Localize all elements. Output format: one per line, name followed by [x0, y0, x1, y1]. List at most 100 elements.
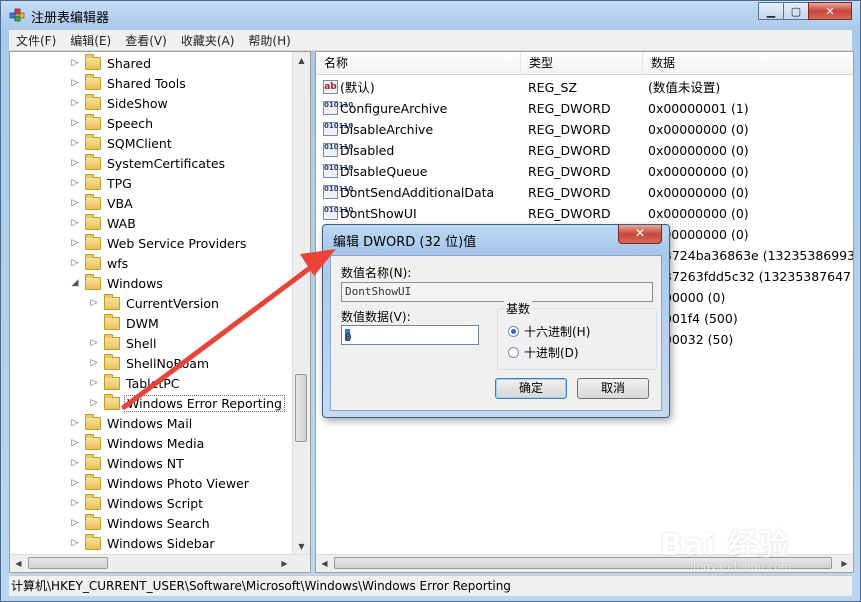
tree-hscroll-thumb[interactable] — [28, 557, 108, 569]
radio-hex[interactable]: 十六进制(H) — [508, 323, 590, 340]
expand-icon[interactable]: ▷ — [70, 418, 80, 428]
tree-item-label: wfs — [107, 255, 129, 271]
tree-item[interactable]: ▷ ShellNoRoam — [89, 353, 211, 373]
column-header-name[interactable]: 名称 — [316, 52, 521, 74]
expand-icon[interactable]: ▷ — [70, 158, 80, 168]
registry-tree[interactable]: ▲ ▼ ◀ ▶ ▷ Shared ▷ Shared Tools ▷ SideShow ▷ Sp… — [9, 51, 311, 573]
tree-item[interactable]: ▷ Speech — [70, 113, 155, 133]
menu-file[interactable]: 文件(F) — [9, 32, 63, 49]
menu-bar: 文件(F) 编辑(E) 查看(V) 收藏夹(A) 帮助(H) — [9, 30, 852, 51]
minimize-icon: ▁ — [766, 4, 776, 18]
expand-icon[interactable]: ▷ — [70, 78, 80, 88]
value-row[interactable]: 010110 DisableArchive REG_DWORD 0x00000000 … — [316, 119, 853, 140]
tree-item[interactable]: ▷ WAB — [70, 213, 138, 233]
minimize-button[interactable]: ▁ — [758, 2, 784, 20]
tree-item[interactable]: ▷ wfs — [70, 253, 130, 273]
expand-icon[interactable]: ▷ — [70, 58, 80, 68]
tree-item[interactable]: ▷ Shared Tools — [70, 73, 188, 93]
tree-item[interactable]: ◢ Windows — [70, 273, 165, 293]
scroll-left-icon[interactable]: ◀ — [316, 555, 333, 572]
tree-item-label: TPG — [107, 175, 132, 191]
tree-item-label: Shared Tools — [107, 75, 186, 91]
tree-item[interactable]: ▷ Shared — [70, 53, 153, 73]
expand-icon[interactable]: ▷ — [70, 218, 80, 228]
status-bar: 计算机\HKEY_CURRENT_USER\Software\Microsoft… — [9, 575, 852, 596]
value-row[interactable]: 010110 DontShowUI REG_DWORD 0x00000000 (0) — [316, 203, 853, 224]
value-data: d63724ba36863e (13235386993 — [648, 248, 854, 263]
expand-icon[interactable]: ▷ — [89, 298, 99, 308]
tree-item[interactable]: ▷ Windows Error Reporting — [89, 393, 285, 413]
expand-icon[interactable]: ▷ — [70, 178, 80, 188]
value-row[interactable]: ab (默认) REG_SZ (数值未设置) — [316, 77, 853, 98]
menu-help[interactable]: 帮助(H) — [241, 32, 297, 49]
expand-icon[interactable]: ▷ — [70, 238, 80, 248]
tree-item[interactable]: ▷ TabletPC — [89, 373, 182, 393]
column-header-data[interactable]: 数据 — [643, 52, 853, 74]
expand-icon[interactable]: ▷ — [70, 198, 80, 208]
tree-item[interactable]: ▷ Windows Script — [70, 493, 205, 513]
dialog-close-button[interactable]: ✕ — [618, 225, 662, 244]
tree-item[interactable]: ▷ SQMClient — [70, 133, 174, 153]
menu-edit[interactable]: 编辑(E) — [63, 32, 118, 49]
expand-icon[interactable]: ▷ — [70, 438, 80, 448]
expand-icon[interactable]: ▷ — [70, 498, 80, 508]
tree-vertical-scrollbar[interactable]: ▲ ▼ — [292, 52, 310, 555]
expand-icon[interactable]: ▷ — [89, 338, 99, 348]
menu-favorites[interactable]: 收藏夹(A) — [174, 32, 242, 49]
value-data: 0x00000000 (0) — [648, 143, 749, 158]
tree-item[interactable]: ▷ Shell — [89, 333, 159, 353]
ok-button[interactable]: 确定 — [495, 378, 567, 399]
expand-icon[interactable]: ▷ — [70, 518, 80, 528]
close-button[interactable]: ✕ — [808, 2, 852, 20]
scroll-right-icon[interactable]: ▶ — [276, 555, 293, 572]
scroll-up-icon[interactable]: ▲ — [293, 52, 310, 69]
folder-icon — [85, 253, 101, 270]
tree-item[interactable]: ▷ Windows Media — [70, 433, 206, 453]
tree-item[interactable]: ▷ Windows Photo Viewer — [70, 473, 251, 493]
tree-item[interactable]: ▷ CurrentVersion — [89, 293, 221, 313]
menu-view[interactable]: 查看(V) — [118, 32, 174, 49]
expand-icon[interactable]: ▷ — [89, 398, 99, 408]
tree-horizontal-scrollbar[interactable]: ◀ ▶ — [10, 554, 310, 572]
expand-icon[interactable]: ▷ — [70, 98, 80, 108]
radio-hex-indicator[interactable] — [508, 326, 519, 337]
expand-icon[interactable]: ▷ — [70, 538, 80, 548]
value-row[interactable]: 010110 ConfigureArchive REG_DWORD 0x0000000… — [316, 98, 853, 119]
tree-item[interactable]: ▷ Windows Mail — [70, 413, 194, 433]
cancel-button[interactable]: 取消 — [577, 378, 649, 399]
tree-item[interactable]: ▷ TPG — [70, 173, 134, 193]
radio-dec[interactable]: 十进制(D) — [508, 344, 579, 361]
folder-icon — [85, 473, 101, 490]
expand-icon[interactable]: ▷ — [70, 258, 80, 268]
tree-item[interactable]: ▷ Windows Sidebar — [70, 533, 217, 553]
tree-item[interactable]: DWM — [89, 313, 161, 333]
scroll-left-icon[interactable]: ◀ — [10, 555, 27, 572]
expand-icon[interactable]: ▷ — [70, 458, 80, 468]
radio-dec-indicator[interactable] — [508, 347, 519, 358]
expand-icon[interactable]: ▷ — [89, 358, 99, 368]
value-row[interactable]: 010110 DontSendAdditionalData REG_DWORD 0x0… — [316, 182, 853, 203]
value-row[interactable]: 010110 DisableQueue REG_DWORD 0x00000000 (0… — [316, 161, 853, 182]
tree-item[interactable]: ▷ Web Service Providers — [70, 233, 248, 253]
value-type: REG_DWORD — [528, 185, 611, 200]
value-row[interactable]: 010110 Disabled REG_DWORD 0x00000000 (0) — [316, 140, 853, 161]
collapse-icon[interactable]: ◢ — [70, 278, 80, 288]
tree-item[interactable]: ▷ SideShow — [70, 93, 170, 113]
maximize-button[interactable]: ▢ — [783, 2, 809, 20]
expand-icon[interactable]: ▷ — [70, 478, 80, 488]
column-header-type[interactable]: 类型 — [521, 52, 643, 74]
title-bar[interactable]: 注册表编辑器 ▁ ▢ ✕ — [1, 1, 860, 29]
tree-item[interactable]: ▷ Windows Search — [70, 513, 212, 533]
expand-icon[interactable]: ▷ — [89, 378, 99, 388]
tree-scroll-thumb[interactable] — [295, 374, 307, 442]
expand-icon[interactable]: ▷ — [70, 118, 80, 128]
value-name-field[interactable]: DontShowUI — [341, 282, 653, 302]
dword-value-icon: 010110 — [323, 143, 353, 157]
column-headers: 名称 类型 数据 — [316, 52, 853, 75]
expand-icon[interactable]: ▷ — [70, 138, 80, 148]
scroll-down-icon[interactable]: ▼ — [293, 538, 310, 555]
tree-item[interactable]: ▷ Windows NT — [70, 453, 186, 473]
value-data-input[interactable]: 0 — [341, 325, 479, 345]
tree-item[interactable]: ▷ VBA — [70, 193, 135, 213]
tree-item[interactable]: ▷ SystemCertificates — [70, 153, 227, 173]
